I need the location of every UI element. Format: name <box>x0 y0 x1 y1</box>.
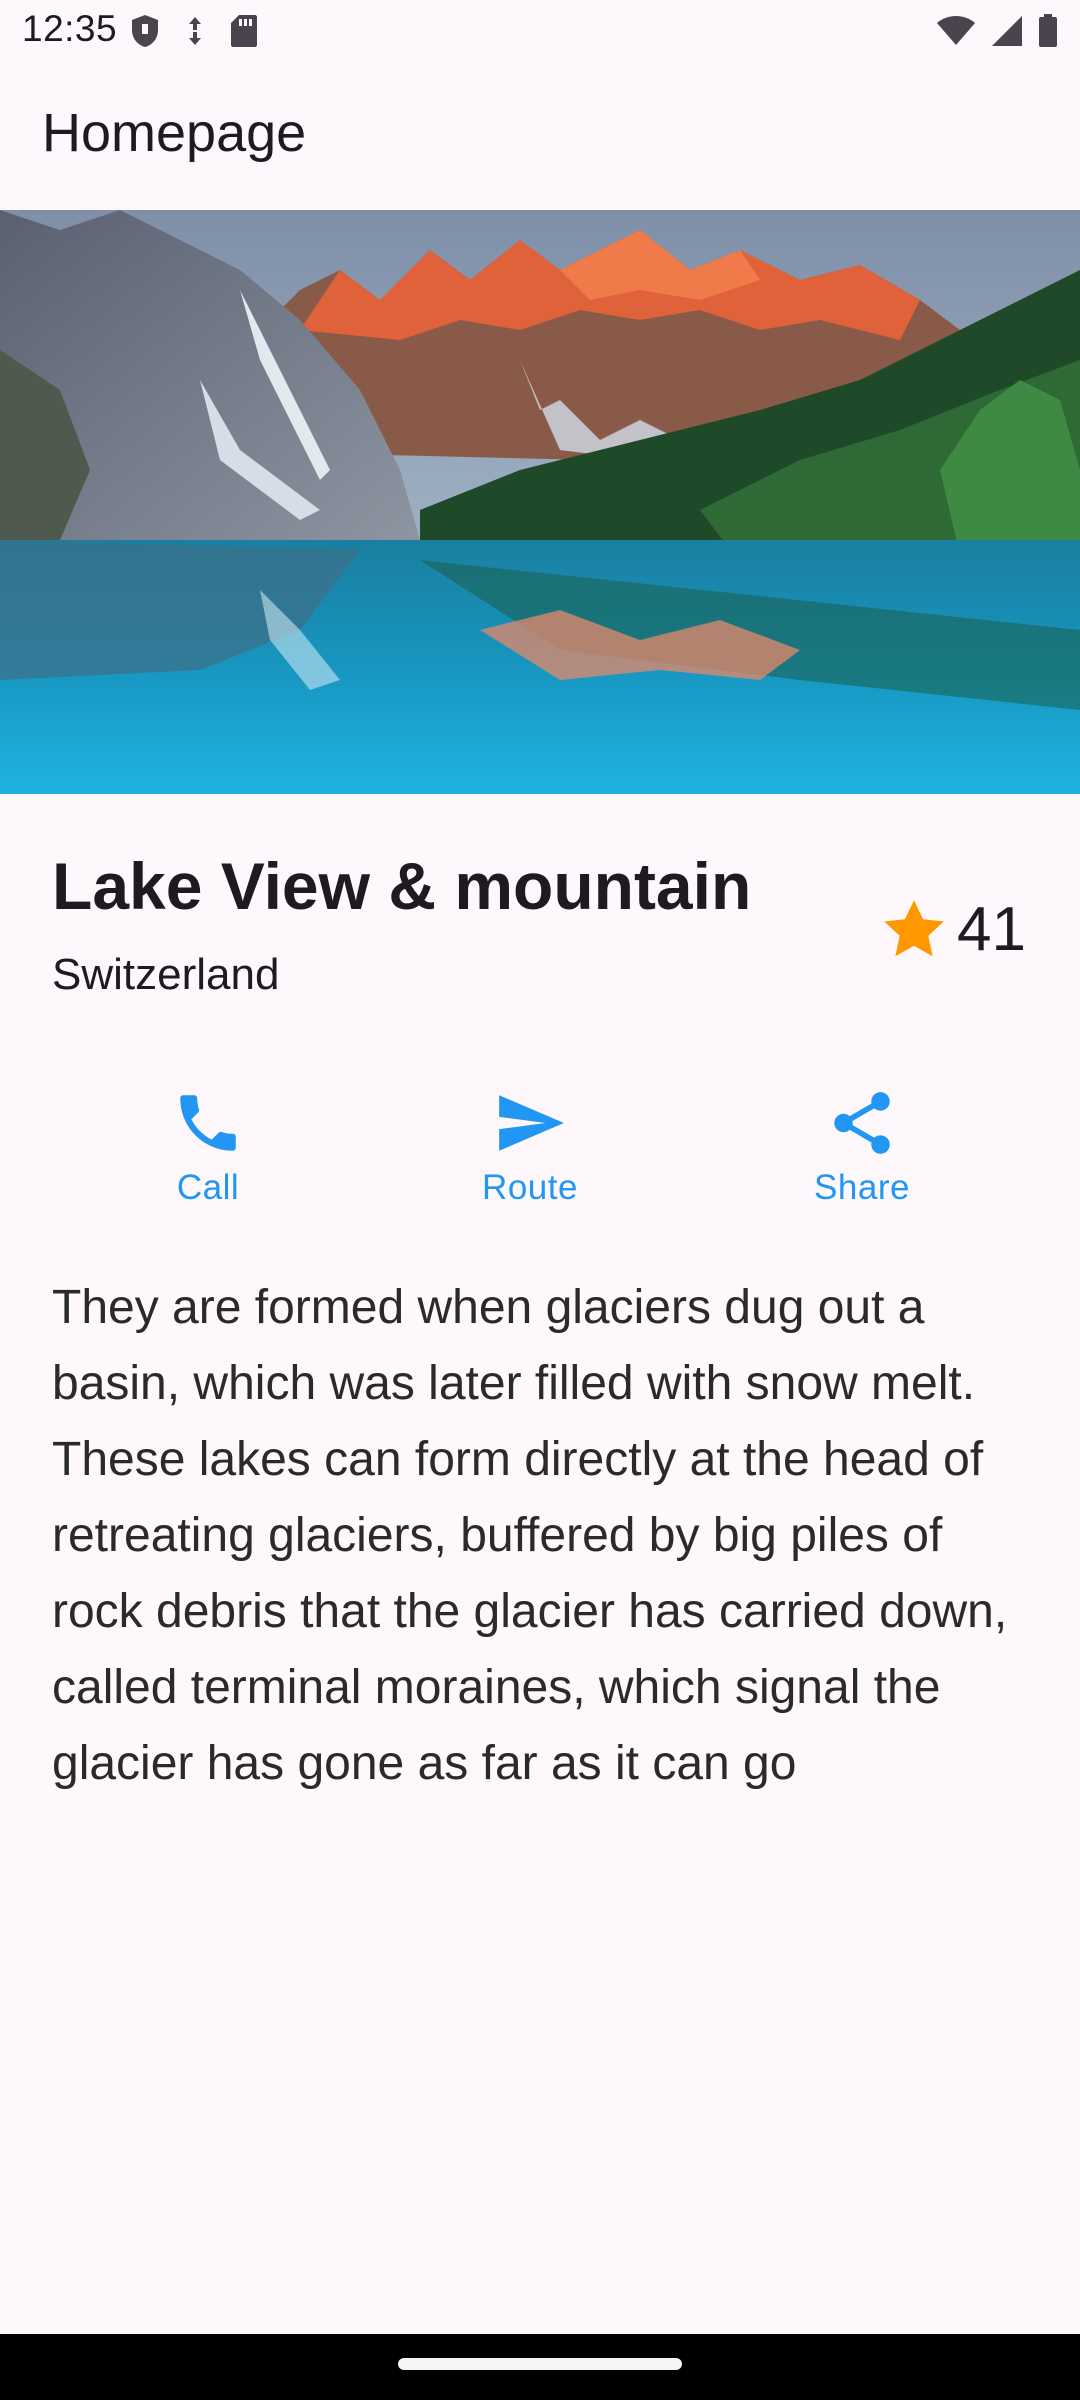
lake-mountain-photo <box>0 210 1080 794</box>
app-bar: Homepage <box>0 64 1080 210</box>
wifi-icon <box>937 16 975 45</box>
route-button[interactable]: Route <box>420 1086 640 1226</box>
share-button[interactable]: Share <box>752 1086 972 1226</box>
status-bar: 12:35 <box>0 0 1080 64</box>
page-title: Homepage <box>42 103 307 163</box>
call-label: Call <box>176 1168 240 1207</box>
title-section: Lake View & mountain Switzerland 41 <box>0 794 1080 1054</box>
sd-card-icon <box>231 15 257 47</box>
route-label: Route <box>482 1168 578 1207</box>
phone-icon <box>180 1095 236 1151</box>
battery-icon <box>1039 14 1057 47</box>
call-button[interactable]: Call <box>98 1086 318 1226</box>
share-icon <box>834 1092 890 1154</box>
rating-count: 41 <box>957 895 1026 964</box>
status-time: 12:35 <box>22 8 118 49</box>
star-icon <box>884 899 944 956</box>
status-icons-left <box>130 14 258 48</box>
data-saver-icon <box>189 17 201 45</box>
place-title: Lake View & mountain <box>52 849 752 923</box>
hero-image <box>0 210 1080 794</box>
system-nav-bar <box>0 2334 1080 2400</box>
home-gesture-handle[interactable] <box>398 2358 682 2370</box>
action-buttons: Call Route Share <box>0 1086 1080 1226</box>
description-text: They are formed when glaciers dug out a … <box>52 1281 1008 1790</box>
rating: 41 <box>879 894 1026 965</box>
cell-signal-icon <box>992 16 1022 46</box>
share-label: Share <box>814 1168 910 1207</box>
place-subtitle: Switzerland <box>52 950 280 999</box>
shield-icon <box>132 15 158 47</box>
status-icons-right <box>936 14 1058 48</box>
send-icon <box>499 1095 564 1151</box>
